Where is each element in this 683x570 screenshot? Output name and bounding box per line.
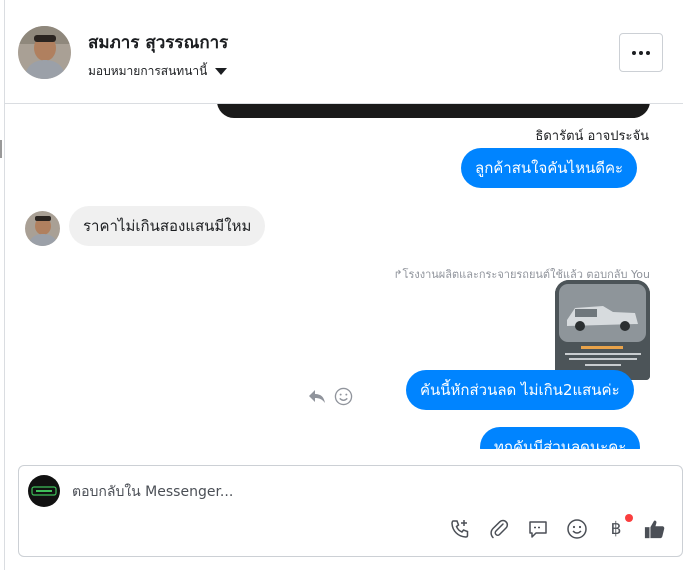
resize-handle[interactable]	[0, 140, 2, 158]
message-input[interactable]	[72, 480, 632, 504]
page-avatar	[28, 475, 60, 507]
previous-message-bubble[interactable]	[217, 104, 650, 118]
contact-name[interactable]: สมภาร สุวรรณการ	[88, 29, 228, 56]
contact-avatar-small[interactable]	[25, 211, 60, 246]
conversation-header: สมภาร สุวรรณการ มอบหมายการสนทนานี้	[5, 0, 683, 104]
paperclip-icon[interactable]	[488, 518, 510, 540]
reply-icon[interactable]	[308, 389, 326, 409]
saved-replies-icon[interactable]	[527, 518, 549, 540]
messenger-inbox: สมภาร สุวรรณการ มอบหมายการสนทนานี้ ธิดาร…	[0, 0, 683, 570]
message-bubble-incoming[interactable]: ราคาไม่เกินสองแสนมีใหม	[69, 206, 266, 246]
caret-down-icon	[215, 68, 228, 75]
message-bubble-outgoing[interactable]: ทุกคันมีส่วนลดนะคะ	[480, 427, 641, 449]
message-thread[interactable]: ธิดารัตน์ อาจประจัน ลูกค้าสนใจคันไหนดีคะ…	[5, 104, 683, 449]
composer-toolbar: ฿	[449, 514, 666, 540]
contact-avatar[interactable]	[18, 26, 71, 79]
more-options-button[interactable]	[619, 33, 663, 72]
reply-composer: ฿	[18, 465, 683, 557]
more-options-icon	[632, 50, 650, 55]
message-bubble-outgoing[interactable]: คันนี้หักส่วนลด ไม่เกิน2แสนค่ะ	[406, 370, 634, 410]
thumbs-up-icon[interactable]	[644, 518, 666, 540]
smiley-react-icon[interactable]	[334, 387, 353, 410]
message-actions	[308, 387, 353, 410]
sender-name: ธิดารัตน์ อาจประจัน	[535, 129, 649, 144]
phone-plus-icon[interactable]	[449, 518, 471, 540]
car-image-attachment[interactable]	[555, 280, 650, 380]
assign-conversation-dropdown[interactable]: มอบหมายการสนทนานี้	[88, 62, 228, 81]
baht-payment-icon[interactable]: ฿	[605, 514, 633, 540]
reply-arrow-icon: ↱	[393, 268, 403, 281]
emoji-icon[interactable]	[566, 518, 588, 540]
assign-label: มอบหมายการสนทนานี้	[88, 64, 208, 78]
message-bubble-outgoing[interactable]: ลูกค้าสนใจคันไหนดีคะ	[461, 148, 638, 188]
notification-dot	[625, 514, 633, 522]
